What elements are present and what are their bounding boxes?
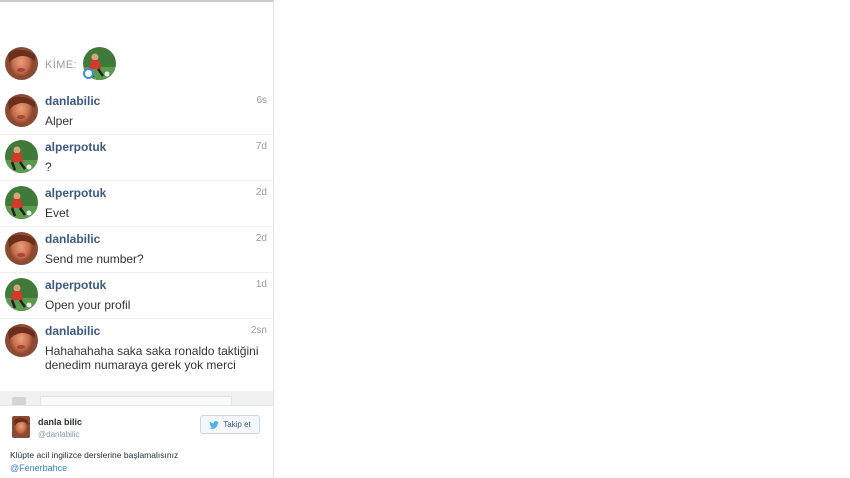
tweet-text: Klüpte acil ingilizce derslerine başlama… xyxy=(10,450,179,460)
message-username[interactable]: danlabilic xyxy=(45,324,100,338)
tweet-author-avatar[interactable] xyxy=(12,416,30,438)
message-text: ? xyxy=(45,160,52,174)
tweet-author-handle[interactable]: @danlabilic xyxy=(38,430,79,439)
message-text: Alper xyxy=(45,114,74,128)
message-timestamp: 7d xyxy=(255,141,267,152)
message-username[interactable]: alperpotuk xyxy=(45,278,106,292)
message-item[interactable]: danlabilic 6s Alper xyxy=(0,94,273,135)
camera-icon[interactable] xyxy=(12,397,26,405)
twitter-bird-icon xyxy=(209,420,220,429)
message-item[interactable]: alperpotuk 2d Evet xyxy=(0,186,273,227)
face-avatar[interactable] xyxy=(5,324,38,357)
message-text: Evet xyxy=(45,206,70,220)
message-timestamp: 2d xyxy=(255,233,267,244)
top-bar xyxy=(0,0,273,2)
message-item[interactable]: alperpotuk 1d Open your profil xyxy=(0,278,273,319)
football-avatar[interactable] xyxy=(5,186,38,219)
recipient-selected-icon xyxy=(83,68,94,79)
message-item[interactable]: danlabilic 2sn Hahahahaha saka saka rona… xyxy=(0,324,273,390)
message-username[interactable]: danlabilic xyxy=(45,232,100,246)
face-avatar[interactable] xyxy=(5,232,38,265)
message-timestamp: 1d xyxy=(255,279,267,290)
face-avatar[interactable] xyxy=(5,94,38,127)
direct-message-panel: KİME: danlabilic 6s Alper alperpotuk 7d … xyxy=(0,0,274,478)
tweet-mention-link[interactable]: @Fenerbahce xyxy=(10,463,67,473)
follow-button[interactable]: Takip et xyxy=(200,415,260,434)
football-avatar[interactable] xyxy=(5,278,38,311)
football-avatar[interactable] xyxy=(5,140,38,173)
tweet-author-name[interactable]: danla bilic xyxy=(38,417,82,427)
message-username[interactable]: alperpotuk xyxy=(45,186,106,200)
recipient-row: KİME: xyxy=(0,46,273,84)
recipient-label: KİME: xyxy=(45,59,77,71)
embedded-tweet: danla bilic @danlabilic Takip et Klüpte … xyxy=(0,405,273,478)
message-username[interactable]: alperpotuk xyxy=(45,140,106,154)
message-timestamp: 2d xyxy=(255,187,267,198)
message-text: Open your profil xyxy=(45,298,131,312)
message-timestamp: 6s xyxy=(256,95,267,106)
message-username[interactable]: danlabilic xyxy=(45,94,100,108)
message-text: Hahahahaha saka saka ronaldo taktiğini d… xyxy=(45,344,259,372)
follow-label: Takip et xyxy=(223,420,251,429)
message-timestamp: 2sn xyxy=(250,325,267,336)
message-item[interactable]: alperpotuk 7d ? xyxy=(0,140,273,181)
message-text: Send me number? xyxy=(45,252,144,266)
message-composer xyxy=(0,391,273,406)
message-item[interactable]: danlabilic 2d Send me number? xyxy=(0,232,273,273)
